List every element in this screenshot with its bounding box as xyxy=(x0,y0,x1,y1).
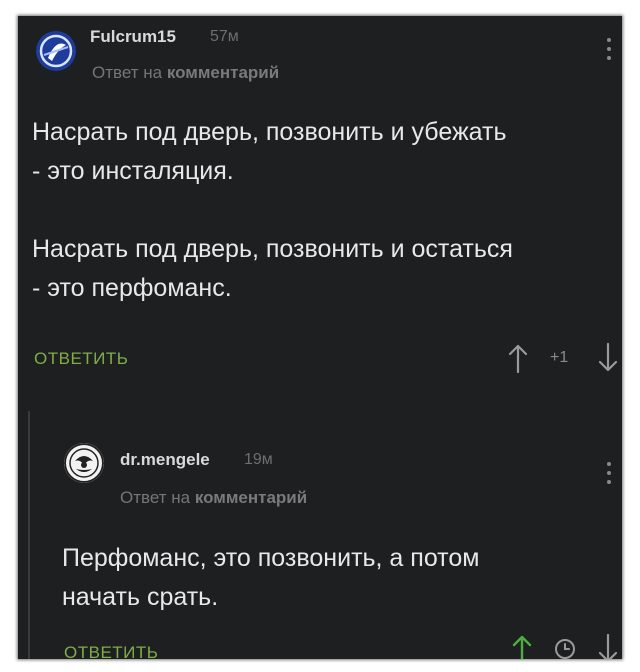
reply-context: Ответ на комментарий xyxy=(92,63,279,83)
more-options-icon[interactable] xyxy=(604,462,614,492)
reply-prefix: Ответ на xyxy=(92,63,163,82)
reply-context: Ответ на комментарий xyxy=(120,488,307,508)
emblem-avatar-icon[interactable] xyxy=(64,443,104,483)
comment-age: 57м xyxy=(210,28,239,45)
more-options-icon[interactable] xyxy=(604,38,614,68)
clock-icon xyxy=(552,636,578,659)
reply-target-link[interactable]: комментарий xyxy=(167,63,279,82)
comment-score: +1 xyxy=(550,349,569,366)
comment-author[interactable]: Fulcrum15 xyxy=(90,27,176,47)
arrow-up-icon[interactable] xyxy=(506,342,530,374)
comment: Fulcrum15 57м Ответ на комментарий Насра… xyxy=(18,16,622,396)
comment: dr.mengele 19м Ответ на комментарий Перф… xyxy=(18,406,622,659)
comment-age: 19м xyxy=(244,451,273,468)
fulcrum-logo-icon[interactable] xyxy=(36,31,76,71)
comment-thread: Fulcrum15 57м Ответ на комментарий Насра… xyxy=(18,16,622,659)
comment-author[interactable]: dr.mengele xyxy=(120,450,210,470)
comment-body: Насрать под дверь, позвонить и убежать -… xyxy=(32,118,513,302)
arrow-up-icon[interactable] xyxy=(510,633,534,659)
arrow-down-icon[interactable] xyxy=(596,342,620,374)
reply-prefix: Ответ на xyxy=(120,488,191,507)
reply-button[interactable]: ОТВЕТИТЬ xyxy=(64,643,158,659)
reply-target-link[interactable]: комментарий xyxy=(195,488,307,507)
arrow-down-icon[interactable] xyxy=(596,633,620,659)
comment-body: Перфоманс, это позвонить, а потом начать… xyxy=(62,544,480,611)
reply-button[interactable]: ОТВЕТИТЬ xyxy=(34,349,128,369)
